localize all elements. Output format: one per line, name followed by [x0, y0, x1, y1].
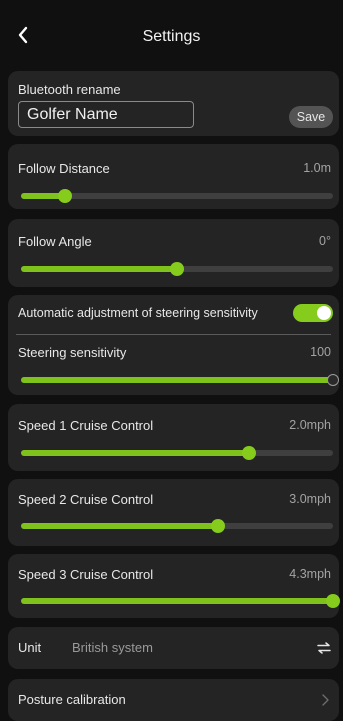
follow-distance-card: Follow Distance 1.0m	[8, 144, 339, 209]
speed2-card: Speed 2 Cruise Control 3.0mph	[8, 479, 339, 546]
auto-steering-label: Automatic adjustment of steering sensiti…	[18, 306, 258, 320]
slider-thumb[interactable]	[211, 519, 225, 533]
speed2-label: Speed 2 Cruise Control	[18, 492, 154, 507]
bluetooth-rename-card: Bluetooth rename Save	[8, 71, 339, 136]
slider-thumb[interactable]	[326, 594, 340, 608]
follow-distance-value: 1.0m	[303, 161, 331, 175]
slider-fill	[21, 450, 249, 456]
follow-distance-label: Follow Distance	[18, 161, 110, 176]
speed1-card: Speed 1 Cruise Control 2.0mph	[8, 404, 339, 471]
speed2-value: 3.0mph	[289, 492, 331, 506]
follow-angle-slider[interactable]	[21, 262, 333, 276]
follow-distance-slider[interactable]	[21, 189, 333, 203]
posture-calibration-row[interactable]: Posture calibration	[8, 679, 339, 721]
speed2-slider[interactable]	[21, 519, 333, 533]
slider-fill	[21, 266, 177, 272]
unit-value: British system	[72, 640, 153, 655]
steering-sensitivity-value: 100	[310, 345, 331, 359]
slider-thumb[interactable]	[327, 374, 339, 386]
swap-icon[interactable]	[317, 642, 331, 654]
posture-calibration-label: Posture calibration	[18, 692, 126, 707]
speed3-card: Speed 3 Cruise Control 4.3mph	[8, 554, 340, 618]
chevron-right-icon	[322, 694, 329, 706]
speed1-slider[interactable]	[21, 446, 333, 460]
speed3-slider[interactable]	[21, 594, 340, 608]
speed1-label: Speed 1 Cruise Control	[18, 418, 154, 433]
slider-fill	[21, 377, 333, 383]
auto-steering-toggle[interactable]	[293, 304, 333, 322]
follow-angle-value: 0°	[319, 234, 331, 248]
bluetooth-rename-label: Bluetooth rename	[18, 82, 121, 97]
slider-thumb[interactable]	[170, 262, 184, 276]
slider-thumb[interactable]	[58, 189, 72, 203]
page-title: Settings	[142, 28, 201, 45]
header-bar: Settings	[0, 0, 343, 64]
follow-angle-card: Follow Angle 0°	[8, 219, 339, 287]
steering-sensitivity-label: Steering sensitivity	[18, 345, 127, 360]
divider	[16, 334, 331, 335]
save-button[interactable]: Save	[289, 106, 333, 128]
slider-fill	[21, 523, 218, 529]
slider-fill	[21, 598, 333, 604]
steering-card: Automatic adjustment of steering sensiti…	[8, 295, 339, 395]
follow-angle-label: Follow Angle	[18, 234, 92, 249]
unit-row[interactable]: Unit British system	[8, 627, 339, 669]
speed3-label: Speed 3 Cruise Control	[18, 567, 154, 582]
speed1-value: 2.0mph	[289, 418, 331, 432]
bluetooth-name-input[interactable]	[18, 101, 194, 128]
unit-label: Unit	[18, 640, 42, 655]
toggle-knob	[317, 306, 331, 320]
speed3-value: 4.3mph	[289, 567, 331, 581]
steering-sensitivity-slider[interactable]	[21, 374, 339, 386]
slider-thumb[interactable]	[242, 446, 256, 460]
